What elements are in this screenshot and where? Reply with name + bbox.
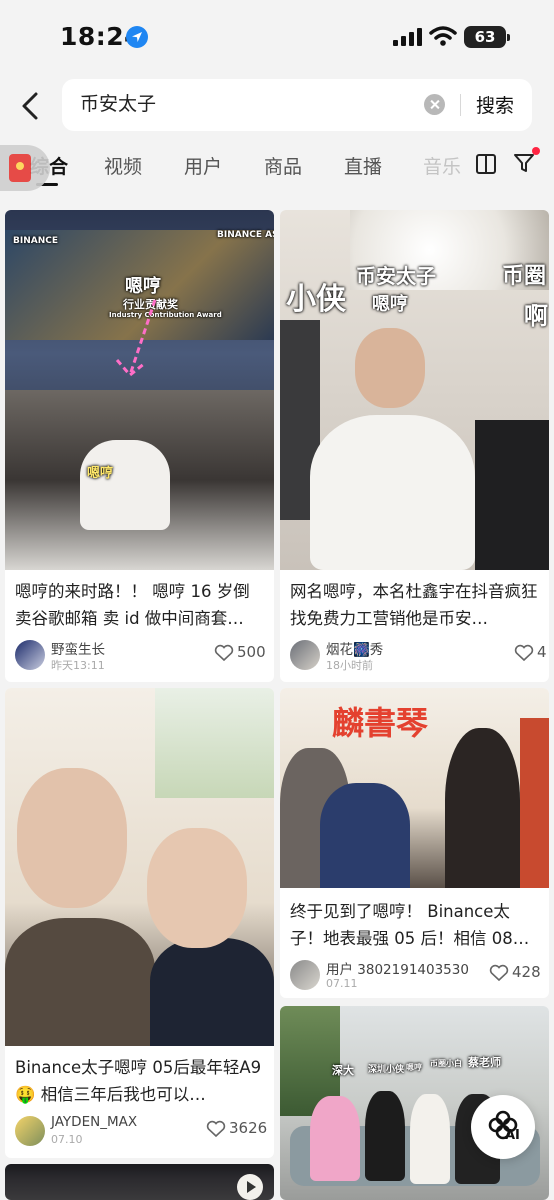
overlay-binance-left: BINANCE bbox=[13, 236, 58, 246]
post-time: 昨天13:11 bbox=[51, 659, 105, 672]
avatar[interactable] bbox=[15, 640, 45, 670]
red-wall bbox=[520, 718, 549, 888]
avatar[interactable] bbox=[290, 640, 320, 670]
figure-pink bbox=[310, 1096, 360, 1181]
author-name[interactable]: 用户 3802191403530 bbox=[326, 958, 469, 978]
figure-white bbox=[410, 1094, 450, 1184]
avatar[interactable] bbox=[15, 1116, 45, 1146]
face-left bbox=[17, 768, 127, 908]
dark-sweater-figure bbox=[5, 918, 155, 1046]
post-time: 07.11 bbox=[326, 977, 358, 990]
overlay-right-2: 啊 bbox=[524, 302, 548, 330]
tab-products[interactable]: 商品 bbox=[264, 152, 302, 179]
author-name[interactable]: JAYDEN_MAX bbox=[51, 1114, 137, 1130]
card-author-row: 烟花🎆秀 18小时前 4 bbox=[290, 638, 547, 674]
like-count: 428 bbox=[512, 963, 541, 981]
overlay-title: 币安太子 bbox=[356, 264, 436, 288]
wifi-icon bbox=[429, 26, 457, 46]
overlay-label: 嗯哼 bbox=[406, 1063, 422, 1072]
note-card[interactable]: Binance太子嗯哼 05后最年轻A9🤑 相信三年后我也可以… JAYDEN_… bbox=[5, 688, 274, 1158]
overlay-label: 币圈小白 bbox=[430, 1059, 462, 1068]
play-icon[interactable] bbox=[237, 1174, 263, 1200]
card-title: 网名嗯哼，本名杜鑫宇在抖音疯狂找免费力工营销他是币安… bbox=[290, 582, 538, 628]
face bbox=[355, 328, 425, 408]
note-card[interactable]: BINANCE BINANCE ASIA 嗯哼 行业贡献奖 Industry C… bbox=[5, 210, 274, 682]
overlay-label: 深圳小侠 bbox=[368, 1065, 405, 1075]
note-card[interactable]: 麟書琴 终于见到了嗯哼！ Binance太子！地表最强 05 后！相信 08… … bbox=[280, 688, 549, 998]
patterned-shirt-figure bbox=[150, 938, 274, 1046]
overlay-name-left: 小侠 bbox=[286, 282, 346, 317]
note-card[interactable]: 小侠 币安太子 嗯哼 币圈 啊 网名嗯哼，本名杜鑫宇在抖音疯狂找免费力工营销他是… bbox=[280, 210, 549, 682]
search-button[interactable]: 搜索 bbox=[476, 91, 514, 118]
location-arrow-icon bbox=[126, 26, 148, 48]
white-tshirt-figure bbox=[80, 440, 170, 530]
battery-icon: 63 bbox=[464, 26, 510, 48]
heart-icon[interactable] bbox=[514, 644, 534, 662]
overlay-label: 蔡老师 bbox=[468, 1056, 501, 1069]
card-cover-image bbox=[5, 1164, 274, 1200]
like-count: 500 bbox=[237, 643, 266, 661]
filter-notification-dot bbox=[532, 147, 540, 155]
card-author-row: 用户 3802191403530 07.11 428 bbox=[290, 960, 545, 994]
menu-poster bbox=[155, 688, 274, 798]
overlay-binance-asia: BINANCE ASIA bbox=[217, 230, 274, 240]
card-author-row: JAYDEN_MAX 07.10 3626 bbox=[15, 1114, 270, 1150]
white-tshirt-figure bbox=[310, 415, 475, 570]
overlay-label: 深大 bbox=[332, 1064, 354, 1077]
post-time: 07.10 bbox=[51, 1133, 83, 1146]
note-card[interactable] bbox=[5, 1164, 274, 1200]
heart-icon[interactable] bbox=[206, 1120, 226, 1138]
overlay-tag: 嗯哼 bbox=[87, 466, 114, 481]
back-arrow-icon[interactable] bbox=[14, 88, 50, 124]
red-packet-icon bbox=[9, 154, 31, 182]
card-title: 嗯哼的来时路！！ 嗯哼 16 岁倒卖谷歌邮箱 卖 id 做中间商套… bbox=[15, 582, 250, 628]
card-cover-image: 麟書琴 bbox=[280, 688, 549, 888]
heart-icon[interactable] bbox=[489, 964, 509, 982]
overlay-right: 币圈 bbox=[502, 264, 547, 289]
card-cover-image: BINANCE BINANCE ASIA 嗯哼 行业贡献奖 Industry C… bbox=[5, 210, 274, 570]
figure-dark bbox=[365, 1091, 405, 1181]
status-bar: 18:24 63 bbox=[0, 0, 554, 70]
like-count: 3626 bbox=[229, 1119, 268, 1137]
figure-center bbox=[320, 783, 410, 888]
card-author-row: 野蛮生长 昨天13:11 500 bbox=[15, 640, 270, 674]
clear-icon[interactable] bbox=[424, 94, 445, 115]
card-title: Binance太子嗯哼 05后最年轻A9🤑 相信三年后我也可以… bbox=[15, 1058, 262, 1104]
card-cover-image bbox=[5, 688, 274, 1046]
tab-users[interactable]: 用户 bbox=[184, 152, 222, 179]
ai-label: AI bbox=[505, 1128, 520, 1143]
avatar[interactable] bbox=[290, 960, 320, 990]
ai-assistant-button[interactable]: AI bbox=[471, 1095, 535, 1159]
red-packet-button[interactable] bbox=[0, 145, 50, 191]
tab-video[interactable]: 视频 bbox=[104, 152, 142, 179]
search-input[interactable] bbox=[80, 91, 400, 113]
author-name[interactable]: 烟花🎆秀 bbox=[326, 638, 383, 658]
card-cover-image: 小侠 币安太子 嗯哼 币圈 啊 bbox=[280, 210, 549, 570]
shop-sign: 麟書琴 bbox=[332, 704, 429, 742]
card-title: 终于见到了嗯哼！ Binance太子！地表最强 05 后！相信 08… bbox=[290, 902, 530, 948]
battery-level: 63 bbox=[474, 28, 496, 46]
like-count: 4 bbox=[537, 643, 547, 661]
author-name[interactable]: 野蛮生长 bbox=[51, 638, 105, 658]
dark-shirt-figure bbox=[475, 420, 549, 570]
filter-icon[interactable] bbox=[513, 152, 535, 174]
overlay-name: 嗯哼 bbox=[372, 294, 408, 315]
tab-music[interactable]: 音乐 bbox=[423, 152, 461, 179]
face-right bbox=[147, 828, 247, 948]
layout-toggle-icon[interactable] bbox=[476, 154, 496, 174]
filter-tabs: 综合 视频 用户 商品 直播 音乐 bbox=[0, 140, 554, 191]
search-divider bbox=[460, 94, 461, 116]
cellular-signal-icon bbox=[393, 28, 423, 46]
figure-right bbox=[445, 728, 520, 888]
tab-live[interactable]: 直播 bbox=[344, 152, 382, 179]
search-bar: 搜索 bbox=[62, 79, 532, 131]
pink-arrow-icon bbox=[115, 299, 157, 378]
heart-icon[interactable] bbox=[214, 644, 234, 662]
post-time: 18小时前 bbox=[326, 659, 373, 672]
